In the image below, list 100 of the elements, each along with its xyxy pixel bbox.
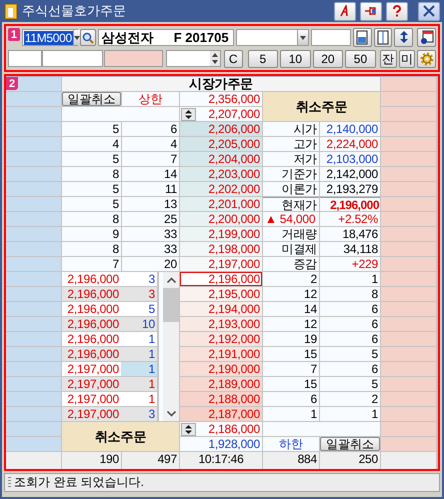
scrollbar[interactable] — [163, 272, 179, 421]
total-cell: 497 — [122, 452, 179, 469]
dropdown-arrow-icon — [300, 36, 306, 40]
help-button[interactable] — [386, 2, 408, 20]
lower-limit-price: 1,928,000 — [180, 437, 262, 451]
name-field[interactable]: 삼성전자 F 201705 — [98, 29, 234, 46]
account-combo[interactable] — [236, 29, 310, 46]
toolbar-button[interactable] — [374, 28, 392, 47]
order-cell: 4 — [62, 137, 121, 151]
toolbar-button[interactable] — [394, 28, 414, 47]
info-value: 2,140,000 — [320, 122, 380, 136]
order-cell: 15 — [263, 377, 319, 391]
price-cell: 2,203,000 — [180, 167, 262, 181]
cancel-order-header: 취소주문 — [62, 422, 179, 451]
pin-icon — [364, 5, 378, 17]
price-cell: 2,205,000 — [180, 137, 262, 151]
scroll-down-icon[interactable] — [166, 411, 176, 417]
count-cell: 4 — [122, 137, 179, 151]
input-field[interactable] — [311, 29, 351, 46]
order-cell: 6 — [263, 392, 319, 406]
pin-button[interactable] — [360, 2, 382, 20]
order-price-cell: 2,196,000 — [62, 347, 121, 361]
dropdown-arrow-icon — [74, 36, 80, 40]
unfilled-button[interactable]: 미 — [398, 50, 416, 68]
order-cell: 1 — [263, 407, 319, 421]
order-quantity-cell: 5 — [121, 302, 157, 316]
search-button[interactable] — [80, 29, 96, 46]
toolbar-button[interactable] — [417, 28, 436, 47]
price-cell: 2,204,000 — [180, 152, 262, 166]
count-cell: 33 — [122, 227, 179, 241]
count-cell: 6 — [122, 122, 179, 136]
close-button[interactable] — [418, 2, 440, 20]
price-spinner[interactable] — [181, 108, 196, 120]
count-cell: 6 — [320, 317, 380, 331]
font-button[interactable] — [334, 2, 356, 20]
order-cell: 15 — [263, 347, 319, 361]
order-cell: 19 — [263, 332, 319, 346]
order-price-cell: 2,197,000 — [62, 362, 121, 376]
code-combo[interactable]: 11M5000 — [22, 29, 78, 46]
price-cell: 2,197,000 — [180, 257, 262, 271]
order-price-cell: 2,197,000 — [62, 392, 121, 406]
cancel-order-header: 취소주문 — [263, 92, 380, 121]
order-cell: 8 — [62, 212, 121, 226]
order-cell: 14 — [263, 302, 319, 316]
order-quantity-cell: 3 — [121, 407, 157, 421]
spinner-arrows-icon — [210, 51, 220, 66]
price-cell: 2,193,000 — [180, 317, 262, 331]
quantity-button[interactable]: 20 — [312, 50, 344, 68]
quantity-button[interactable]: 10 — [280, 50, 311, 68]
total-cell: 884 — [263, 452, 319, 469]
product-name: 삼성전자 — [102, 28, 154, 46]
balance-button[interactable]: 잔 — [380, 50, 396, 68]
clear-button[interactable]: C — [224, 50, 243, 68]
price-cell: 2,199,000 — [180, 227, 262, 241]
cancel-all-button[interactable]: 일괄취소 — [320, 437, 380, 451]
count-cell: 20 — [122, 257, 179, 271]
document-icon — [355, 30, 370, 45]
price-spinner[interactable] — [181, 422, 196, 436]
count-cell: 1 — [320, 272, 380, 286]
order-cell: 8 — [62, 242, 121, 256]
count-cell: 7 — [122, 152, 179, 166]
cancel-all-button[interactable]: 일괄취소 — [62, 92, 121, 106]
quantity-button[interactable]: 5 — [248, 50, 278, 68]
input-field[interactable] — [104, 50, 163, 67]
price-cell: 2,194,000 — [180, 302, 262, 316]
column-header: 시장가주문 — [62, 77, 380, 91]
price-cell: 2,188,000 — [180, 392, 262, 406]
order-price-cell: 2,196,000 — [62, 272, 121, 286]
input-field[interactable] — [8, 50, 42, 67]
info-value: 2,196,000 — [320, 197, 380, 211]
scrollbar-thumb[interactable] — [163, 288, 179, 322]
scroll-up-icon[interactable] — [166, 277, 176, 283]
info-value: 2,193,279 — [320, 182, 380, 196]
upper-limit-price: 2,356,000 — [180, 92, 262, 106]
window-title: 주식선물호가주문 — [22, 2, 127, 20]
order-quantity-cell: 10 — [121, 317, 157, 331]
order-cell: 2 — [263, 272, 319, 286]
count-cell: 6 — [320, 362, 380, 376]
split-page-icon — [376, 30, 390, 45]
quantity-button[interactable]: 50 — [345, 50, 376, 68]
code-text: 11M5000 — [24, 30, 73, 44]
info-label: 현재가 — [263, 197, 319, 211]
order-quantity-cell: 1 — [121, 392, 157, 406]
calendar-icon — [420, 30, 434, 45]
order-quantity-cell: 1 — [121, 362, 157, 376]
app-icon — [4, 2, 18, 20]
order-cell: 5 — [62, 197, 121, 211]
quantity-spinner[interactable] — [166, 50, 221, 67]
total-cell: 250 — [320, 452, 380, 469]
price-cell: 2,191,000 — [180, 347, 262, 361]
order-cell: 7 — [263, 362, 319, 376]
section-badge: 1 — [8, 28, 20, 41]
info-value: 2,142,000 — [320, 167, 380, 181]
order-cell: 12 — [263, 287, 319, 301]
info-value: 34,118 — [320, 242, 380, 256]
settings-icon — [420, 52, 434, 66]
toolbar-button[interactable] — [352, 28, 372, 47]
settings-button[interactable] — [417, 50, 436, 68]
input-field[interactable] — [42, 50, 103, 67]
price-cell: 2,192,000 — [180, 332, 262, 346]
